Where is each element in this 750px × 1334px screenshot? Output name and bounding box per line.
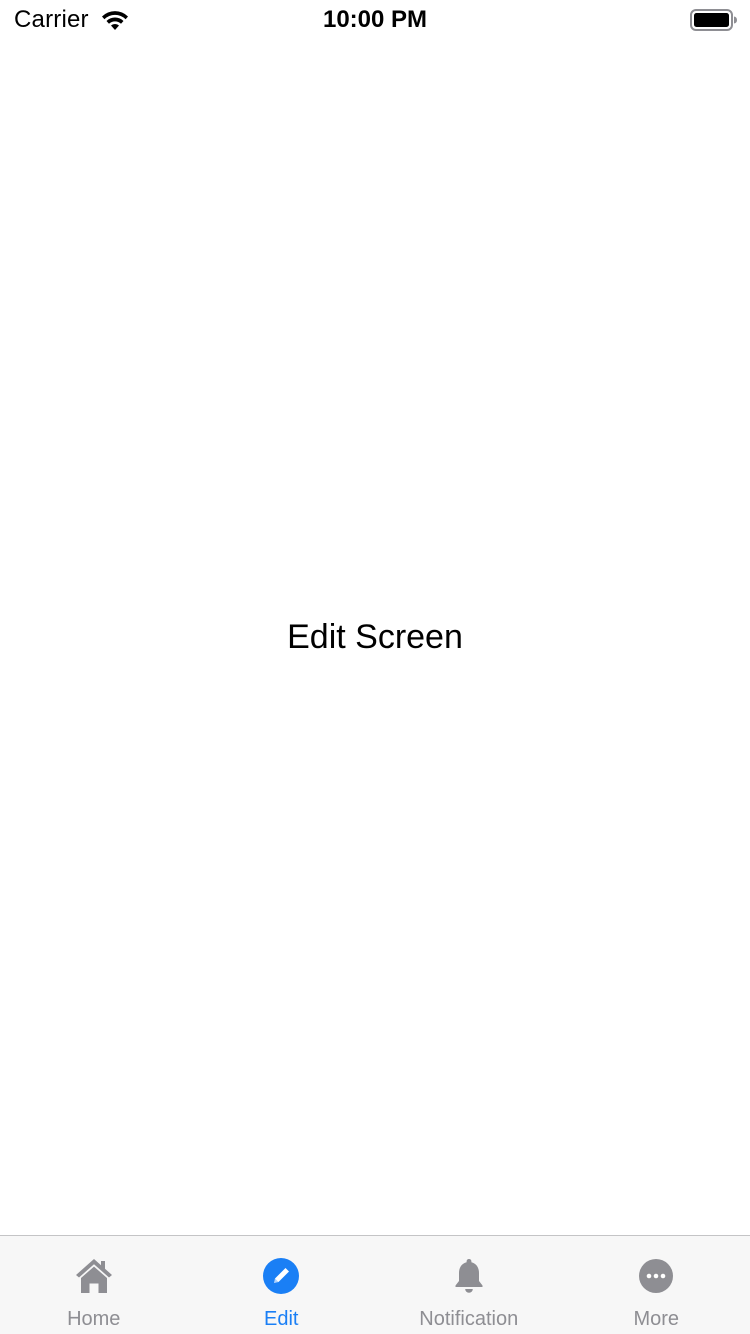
tab-more-label: More: [633, 1308, 680, 1330]
tab-home[interactable]: Home: [0, 1236, 188, 1334]
tab-bar: Home Edit Notification More: [0, 1235, 750, 1334]
main-content: Edit Screen: [0, 40, 750, 1235]
home-icon: [75, 1259, 112, 1293]
status-bar: Carrier 10:00 PM: [0, 0, 750, 40]
edit-icon: [263, 1258, 300, 1294]
tab-notification-label: Notification: [419, 1308, 519, 1330]
screen-title: Edit Screen: [287, 618, 463, 656]
tab-notification[interactable]: Notification: [375, 1236, 563, 1334]
battery-full-icon: [690, 9, 737, 31]
app-screen: Carrier 10:00 PM Edit Screen Home Edit N…: [0, 0, 750, 1334]
bell-icon: [455, 1259, 483, 1293]
status-time: 10:00 PM: [322, 6, 428, 33]
tab-edit-label: Edit: [264, 1308, 299, 1330]
tab-edit[interactable]: Edit: [188, 1236, 376, 1334]
tab-more[interactable]: More: [563, 1236, 750, 1334]
tab-home-label: Home: [67, 1308, 121, 1330]
more-icon: [639, 1259, 674, 1293]
